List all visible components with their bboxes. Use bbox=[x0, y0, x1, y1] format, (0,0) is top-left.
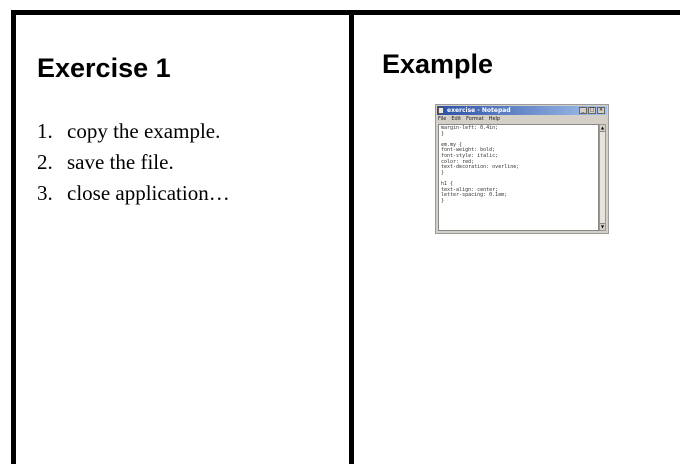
notepad-titlebar: exercise - Notepad _ □ × bbox=[437, 106, 607, 115]
slide: Exercise 1 1. copy the example. 2. save th… bbox=[0, 0, 680, 464]
menu-file: File bbox=[438, 116, 447, 122]
notepad-app-icon bbox=[438, 107, 444, 114]
exercise-steps-list: 1. copy the example. 2. save the file. 3. c… bbox=[37, 116, 230, 209]
example-heading: Example bbox=[382, 49, 494, 79]
menu-format: Format bbox=[466, 116, 484, 122]
step-number: 2. bbox=[37, 150, 53, 174]
notepad-text-area: margin-left: 0.4in; } em.my { font-weigh… bbox=[438, 124, 599, 231]
close-icon: × bbox=[597, 107, 605, 114]
step-number: 1. bbox=[37, 119, 53, 143]
scroll-down-icon: ▼ bbox=[600, 223, 605, 230]
notepad-screenshot: exercise - Notepad _ □ × File Edit Forma… bbox=[435, 104, 609, 234]
scroll-up-icon: ▲ bbox=[600, 125, 605, 132]
step-text: close application… bbox=[67, 181, 230, 205]
menu-help: Help bbox=[488, 116, 501, 122]
notepad-menubar: File Edit Format Help bbox=[438, 116, 500, 123]
menu-edit: Edit bbox=[451, 116, 462, 122]
step-text: save the file. bbox=[67, 150, 174, 174]
notepad-scrollbar: ▲ ▼ bbox=[599, 124, 606, 231]
minimize-icon: _ bbox=[579, 107, 587, 114]
step-number: 3. bbox=[37, 181, 53, 205]
maximize-icon: □ bbox=[588, 107, 596, 114]
notepad-title: exercise - Notepad bbox=[447, 107, 511, 114]
step-item: 3. close application… bbox=[37, 178, 230, 209]
step-text: copy the example. bbox=[67, 119, 221, 143]
step-item: 2. save the file. bbox=[37, 147, 230, 178]
step-item: 1. copy the example. bbox=[37, 116, 230, 147]
exercise-heading: Exercise 1 bbox=[37, 53, 171, 83]
code-line: } bbox=[441, 197, 445, 204]
